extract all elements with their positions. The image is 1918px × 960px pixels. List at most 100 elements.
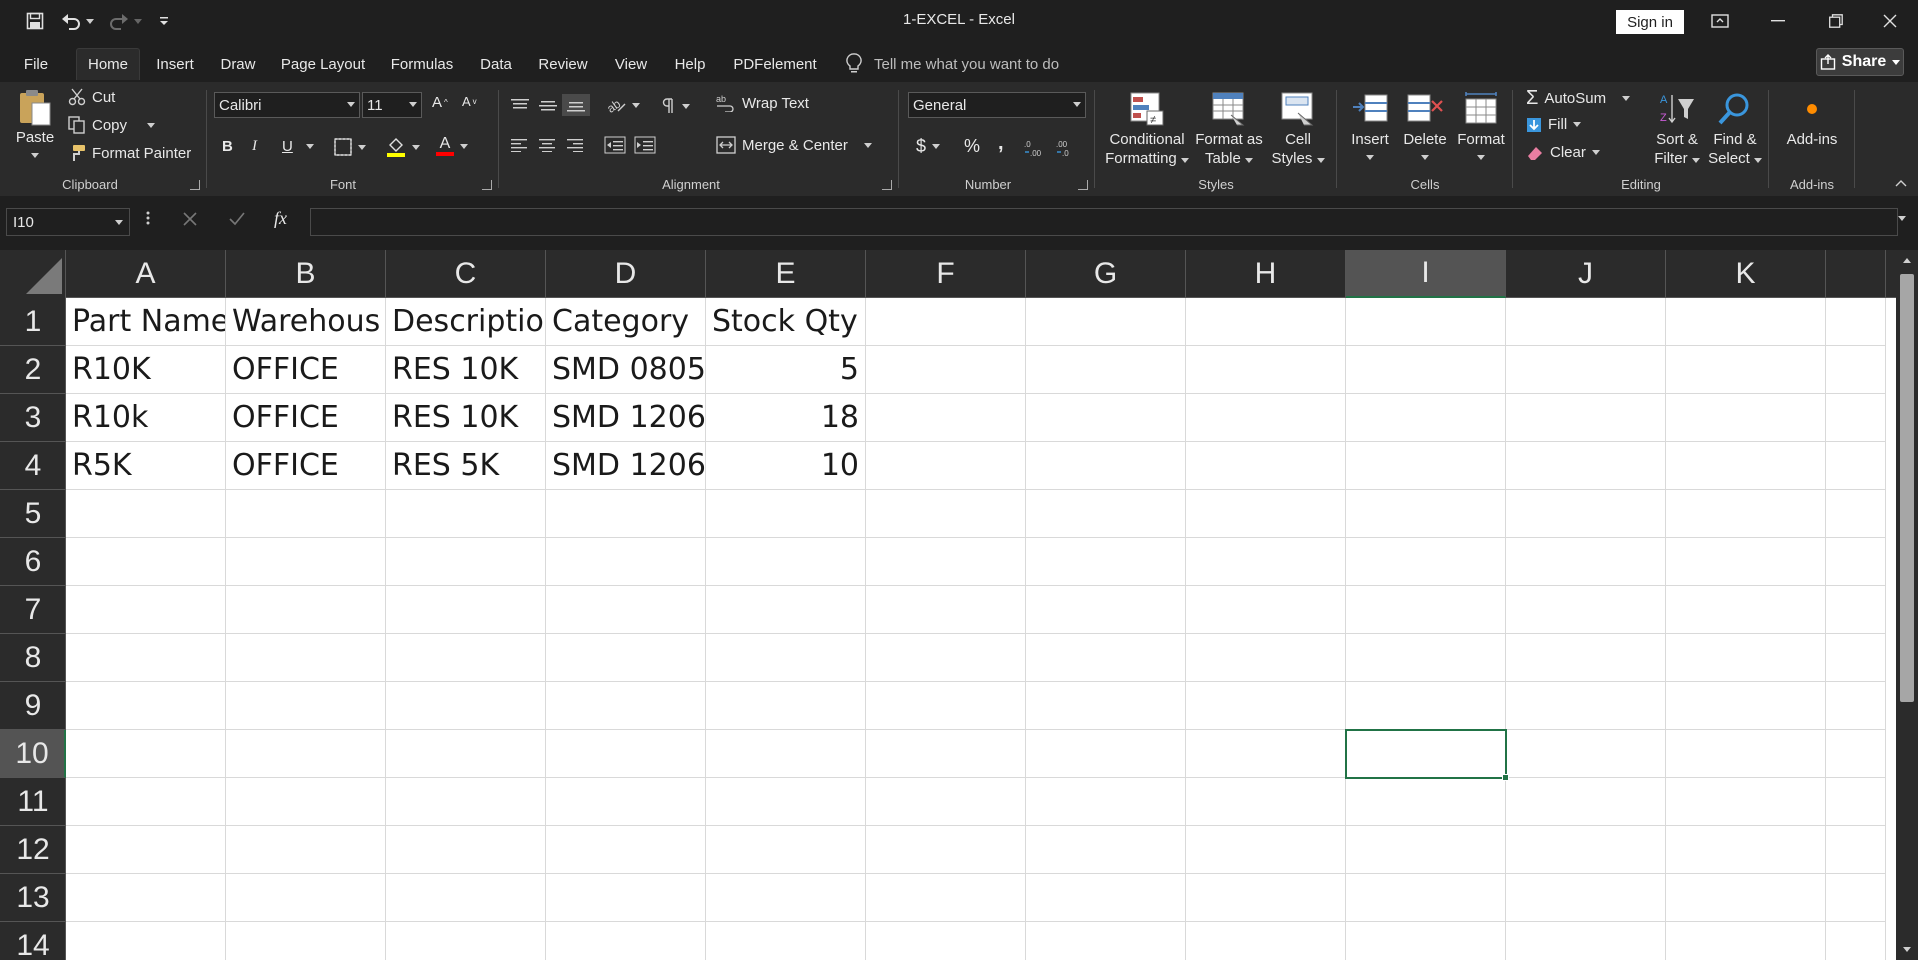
cell-c9[interactable]: [386, 682, 546, 730]
row-header-11[interactable]: 11: [0, 778, 66, 826]
cell-e3[interactable]: 18: [706, 394, 866, 442]
increase-font-size-button[interactable]: A ^: [432, 94, 448, 111]
tab-draw[interactable]: Draw: [216, 48, 260, 80]
cell-i9[interactable]: [1346, 682, 1506, 730]
cell-c3[interactable]: RES 10K: [386, 394, 546, 442]
cell-l2[interactable]: [1826, 346, 1886, 394]
cell-k4[interactable]: [1666, 442, 1826, 490]
cell-l12[interactable]: [1826, 826, 1886, 874]
cell-d1[interactable]: Category: [546, 298, 706, 346]
cell-j13[interactable]: [1506, 874, 1666, 922]
cell-a4[interactable]: R5K: [66, 442, 226, 490]
cell-a13[interactable]: [66, 874, 226, 922]
merge-center-button[interactable]: Merge & Center: [716, 136, 872, 154]
addins-button[interactable]: Add-ins: [1780, 90, 1844, 149]
scroll-up-icon[interactable]: [1902, 256, 1912, 264]
collapse-ribbon-icon[interactable]: [1894, 178, 1908, 188]
cell-l11[interactable]: [1826, 778, 1886, 826]
row-header-8[interactable]: 8: [0, 634, 66, 682]
cell-j11[interactable]: [1506, 778, 1666, 826]
cell-c13[interactable]: [386, 874, 546, 922]
row-header-9[interactable]: 9: [0, 682, 66, 730]
cell-k1[interactable]: [1666, 298, 1826, 346]
cell-j1[interactable]: [1506, 298, 1666, 346]
cell-g11[interactable]: [1026, 778, 1186, 826]
fill-handle[interactable]: [1502, 774, 1509, 781]
cell-h13[interactable]: [1186, 874, 1346, 922]
increase-decimal-button[interactable]: .0.00: [1024, 138, 1046, 158]
cell-d8[interactable]: [546, 634, 706, 682]
cell-b6[interactable]: [226, 538, 386, 586]
underline-dropdown-icon[interactable]: [306, 144, 314, 149]
cell-e14[interactable]: [706, 922, 866, 960]
row-header-12[interactable]: 12: [0, 826, 66, 874]
column-header-h[interactable]: H: [1186, 250, 1346, 298]
cell-b1[interactable]: Warehous: [226, 298, 386, 346]
cell-g8[interactable]: [1026, 634, 1186, 682]
cell-b12[interactable]: [226, 826, 386, 874]
confirm-entry-icon[interactable]: [228, 211, 246, 227]
cell-f7[interactable]: [866, 586, 1026, 634]
cell-h9[interactable]: [1186, 682, 1346, 730]
cell-k7[interactable]: [1666, 586, 1826, 634]
cell-e4[interactable]: 10: [706, 442, 866, 490]
cell-k2[interactable]: [1666, 346, 1826, 394]
cell-d3[interactable]: SMD 1206: [546, 394, 706, 442]
cell-j6[interactable]: [1506, 538, 1666, 586]
cell-a3[interactable]: R10k: [66, 394, 226, 442]
autosum-button[interactable]: Σ AutoSum: [1526, 88, 1631, 108]
row-header-2[interactable]: 2: [0, 346, 66, 394]
cell-d10[interactable]: [546, 730, 706, 778]
cell-f4[interactable]: [866, 442, 1026, 490]
cell-i10[interactable]: [1346, 730, 1506, 778]
cell-d14[interactable]: [546, 922, 706, 960]
cell-k9[interactable]: [1666, 682, 1826, 730]
tab-file[interactable]: File: [16, 48, 56, 80]
sort-filter-button[interactable]: AZ Sort & Filter: [1650, 90, 1704, 168]
cell-g6[interactable]: [1026, 538, 1186, 586]
format-cells-button[interactable]: Format: [1454, 90, 1508, 160]
cell-h1[interactable]: [1186, 298, 1346, 346]
cell-c7[interactable]: [386, 586, 546, 634]
cell-g7[interactable]: [1026, 586, 1186, 634]
align-left-button[interactable]: [510, 138, 528, 152]
column-header-b[interactable]: B: [226, 250, 386, 298]
row-header-6[interactable]: 6: [0, 538, 66, 586]
tab-page-layout[interactable]: Page Layout: [280, 48, 366, 80]
select-all-corner[interactable]: [0, 250, 66, 298]
cell-h8[interactable]: [1186, 634, 1346, 682]
increase-indent-button[interactable]: [634, 136, 656, 154]
borders-button[interactable]: [334, 138, 366, 156]
cell-g12[interactable]: [1026, 826, 1186, 874]
cell-i12[interactable]: [1346, 826, 1506, 874]
vertical-scrollbar-thumb[interactable]: [1900, 274, 1914, 702]
delete-cells-button[interactable]: Delete: [1398, 90, 1452, 160]
cell-j14[interactable]: [1506, 922, 1666, 960]
cell-a9[interactable]: [66, 682, 226, 730]
number-launcher-icon[interactable]: [1078, 180, 1088, 190]
comma-style-button[interactable]: ,: [998, 132, 1004, 155]
cell-g14[interactable]: [1026, 922, 1186, 960]
row-header-4[interactable]: 4: [0, 442, 66, 490]
cell-k11[interactable]: [1666, 778, 1826, 826]
cell-a8[interactable]: [66, 634, 226, 682]
restore-icon[interactable]: [1808, 0, 1864, 42]
number-format-dropdown[interactable]: General: [908, 92, 1086, 118]
cell-g1[interactable]: [1026, 298, 1186, 346]
cell-e6[interactable]: [706, 538, 866, 586]
cell-f3[interactable]: [866, 394, 1026, 442]
column-header-a[interactable]: A: [66, 250, 226, 298]
top-align-button[interactable]: [510, 98, 530, 114]
percent-style-button[interactable]: %: [964, 136, 980, 157]
name-box[interactable]: I10: [6, 208, 130, 236]
cell-b11[interactable]: [226, 778, 386, 826]
italic-button[interactable]: I: [252, 138, 257, 155]
cell-i14[interactable]: [1346, 922, 1506, 960]
share-button[interactable]: Share: [1816, 48, 1904, 76]
cell-g5[interactable]: [1026, 490, 1186, 538]
column-header-d[interactable]: D: [546, 250, 706, 298]
column-header-e[interactable]: E: [706, 250, 866, 298]
paste-button[interactable]: Paste: [8, 88, 62, 158]
cell-h11[interactable]: [1186, 778, 1346, 826]
cell-g13[interactable]: [1026, 874, 1186, 922]
